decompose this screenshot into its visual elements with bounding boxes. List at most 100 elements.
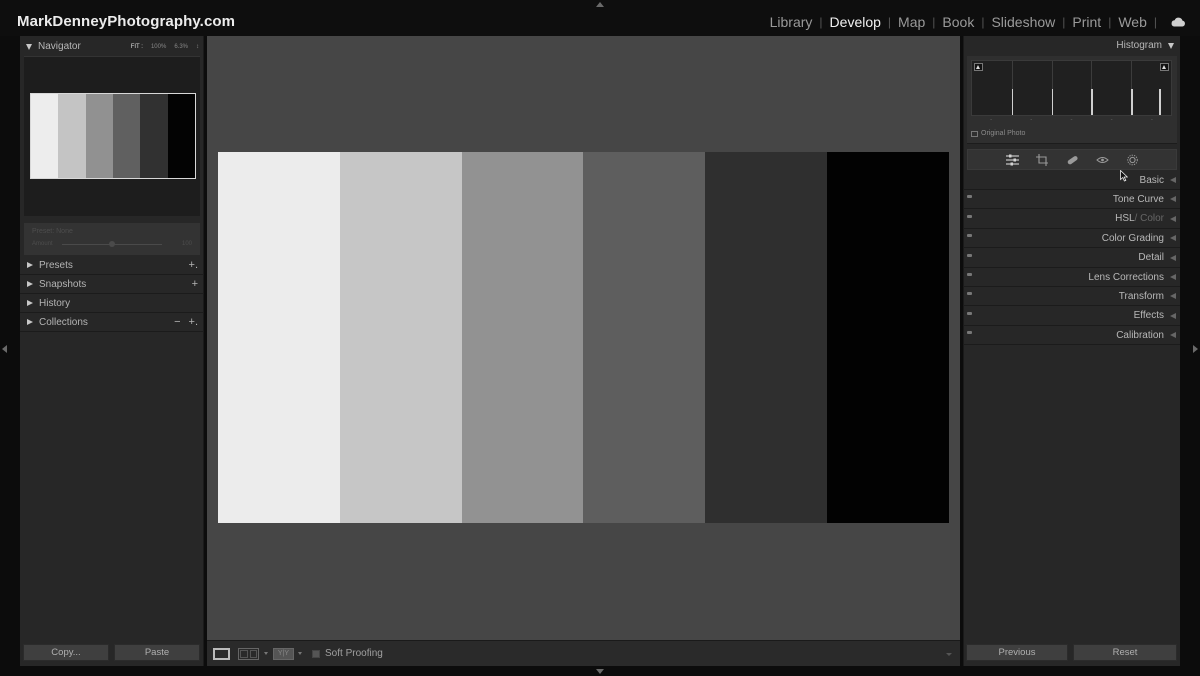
loupe-view-button[interactable]	[213, 648, 230, 660]
panel-switch-icon[interactable]	[967, 195, 972, 199]
photo-tone-6	[827, 152, 949, 523]
navigator-header[interactable]: Navigator FIT : 100% 6.3% ↕	[20, 37, 204, 56]
bottom-toolbar: Y|Y Soft Proofing	[207, 640, 960, 666]
collapse-bottom-arrow-icon[interactable]	[596, 669, 604, 674]
photo-tone-5	[705, 152, 828, 523]
module-map[interactable]: Map	[898, 14, 925, 30]
section-color-grading[interactable]: Color Grading	[963, 229, 1180, 249]
left-panel: Navigator FIT : 100% 6.3% ↕ Preset: None…	[20, 36, 204, 666]
image-canvas[interactable]	[207, 36, 960, 640]
before-after-toggle[interactable]	[238, 648, 259, 660]
zoom-more[interactable]: ↕	[196, 44, 199, 50]
collapsed-triangle-icon	[27, 262, 33, 268]
shadow-clipping-icon[interactable]	[974, 63, 983, 71]
add-preset-button[interactable]: +.	[189, 259, 198, 271]
histogram-title: Histogram	[1116, 40, 1162, 51]
remove-collection-button[interactable]: −	[174, 316, 180, 328]
histogram-header[interactable]: Histogram	[963, 36, 1180, 55]
panel-switch-icon[interactable]	[967, 273, 972, 276]
zoom-100[interactable]: 100%	[151, 44, 166, 50]
module-web[interactable]: Web	[1118, 14, 1147, 30]
thumbnail-tone-5	[140, 94, 168, 178]
panel-switch-icon[interactable]	[967, 331, 972, 335]
copy-button[interactable]: Copy...	[23, 644, 109, 661]
preset-amount-knob	[109, 241, 115, 247]
reset-button[interactable]: Reset	[1073, 644, 1177, 661]
panel-switch-icon[interactable]	[967, 253, 972, 257]
soft-proofing-checkbox[interactable]	[312, 650, 320, 658]
section-calibration[interactable]: Calibration	[963, 326, 1180, 346]
collapsed-triangle-icon	[27, 281, 33, 287]
collapse-right-arrow-icon[interactable]	[1193, 345, 1198, 353]
healing-icon[interactable]	[1064, 153, 1080, 167]
module-library[interactable]: Library	[770, 14, 813, 30]
zoom-custom[interactable]: 6.3%	[174, 44, 188, 50]
mask-icon[interactable]	[1124, 153, 1140, 167]
chevron-down-icon[interactable]	[264, 652, 268, 655]
mouse-cursor-icon	[1120, 170, 1128, 182]
before-after-swap-button[interactable]: Y|Y	[273, 648, 294, 660]
expand-triangle-icon	[26, 43, 32, 50]
collapsed-triangle-icon	[1170, 235, 1176, 242]
original-photo-checkbox[interactable]	[971, 130, 978, 137]
highlight-clipping-icon[interactable]	[1160, 63, 1169, 71]
section-presets[interactable]: Presets +.	[20, 256, 204, 275]
zoom-fit[interactable]: FIT :	[131, 44, 143, 50]
original-photo-label: Original Photo	[981, 130, 1026, 137]
previous-button[interactable]: Previous	[966, 644, 1068, 661]
chevron-down-icon[interactable]	[298, 652, 302, 655]
toolbar-menu-chevron-icon[interactable]	[946, 653, 952, 656]
cloud-icon[interactable]	[1170, 17, 1186, 27]
collapsed-triangle-icon	[1170, 215, 1176, 222]
redeye-icon[interactable]	[1094, 153, 1110, 167]
module-develop[interactable]: Develop	[830, 14, 881, 30]
panel-switch-icon[interactable]	[967, 292, 972, 296]
add-snapshot-button[interactable]: +	[192, 278, 198, 290]
section-basic[interactable]: Basic	[963, 171, 1180, 190]
navigator-preview[interactable]	[24, 56, 200, 216]
module-separator: |	[1108, 15, 1112, 29]
histogram-spike-4	[1131, 89, 1133, 115]
photo-tone-1	[218, 152, 340, 523]
collapse-top-arrow-icon[interactable]	[596, 2, 604, 7]
collapsed-triangle-icon	[1170, 312, 1176, 319]
paste-button[interactable]: Paste	[114, 644, 200, 661]
histogram-spike-1	[1011, 89, 1014, 115]
thumbnail-tone-6	[167, 94, 195, 178]
panel-switch-icon[interactable]	[967, 234, 972, 238]
photo-tone-2	[339, 152, 462, 523]
panel-switch-icon[interactable]	[967, 311, 972, 315]
preset-amount-value: 100	[181, 241, 192, 247]
panel-switch-icon[interactable]	[967, 214, 972, 218]
section-tone-curve[interactable]: Tone Curve	[963, 190, 1180, 210]
navigator-zoom-options: FIT : 100% 6.3% ↕	[131, 44, 204, 50]
section-lens-corrections[interactable]: Lens Corrections	[963, 268, 1180, 287]
section-effects[interactable]: Effects	[963, 307, 1180, 326]
module-slideshow[interactable]: Slideshow	[991, 14, 1055, 30]
photo-tone-4	[583, 152, 706, 523]
section-collections[interactable]: Collections − +.	[20, 313, 204, 332]
section-detail[interactable]: Detail	[963, 249, 1180, 268]
section-hsl[interactable]: HSL / Color	[963, 210, 1180, 229]
histogram-spike-3	[1091, 89, 1093, 115]
module-picker: Library | Develop | Map | Book | Slidesh…	[770, 14, 1186, 30]
section-history[interactable]: History	[20, 294, 204, 313]
sliders-icon[interactable]	[1004, 153, 1020, 167]
module-print[interactable]: Print	[1072, 14, 1101, 30]
original-photo-toggle[interactable]: Original Photo	[971, 130, 1025, 137]
module-book[interactable]: Book	[942, 14, 974, 30]
module-separator: |	[1153, 15, 1157, 29]
section-transform[interactable]: Transform	[963, 287, 1180, 307]
add-collection-button[interactable]: +.	[189, 316, 198, 328]
crop-icon[interactable]	[1034, 153, 1050, 167]
identity-plate: MarkDenneyPhotography.com	[17, 13, 236, 30]
photo-preview[interactable]	[218, 152, 949, 523]
thumbnail-tone-1	[31, 94, 59, 178]
section-label: Calibration	[1116, 329, 1164, 341]
section-sublabel[interactable]: / Color	[1135, 213, 1164, 224]
module-separator: |	[932, 15, 936, 29]
histogram-graph[interactable]	[971, 60, 1172, 116]
module-separator: |	[819, 15, 823, 29]
section-snapshots[interactable]: Snapshots +	[20, 275, 204, 294]
collapse-left-arrow-icon[interactable]	[2, 345, 7, 353]
